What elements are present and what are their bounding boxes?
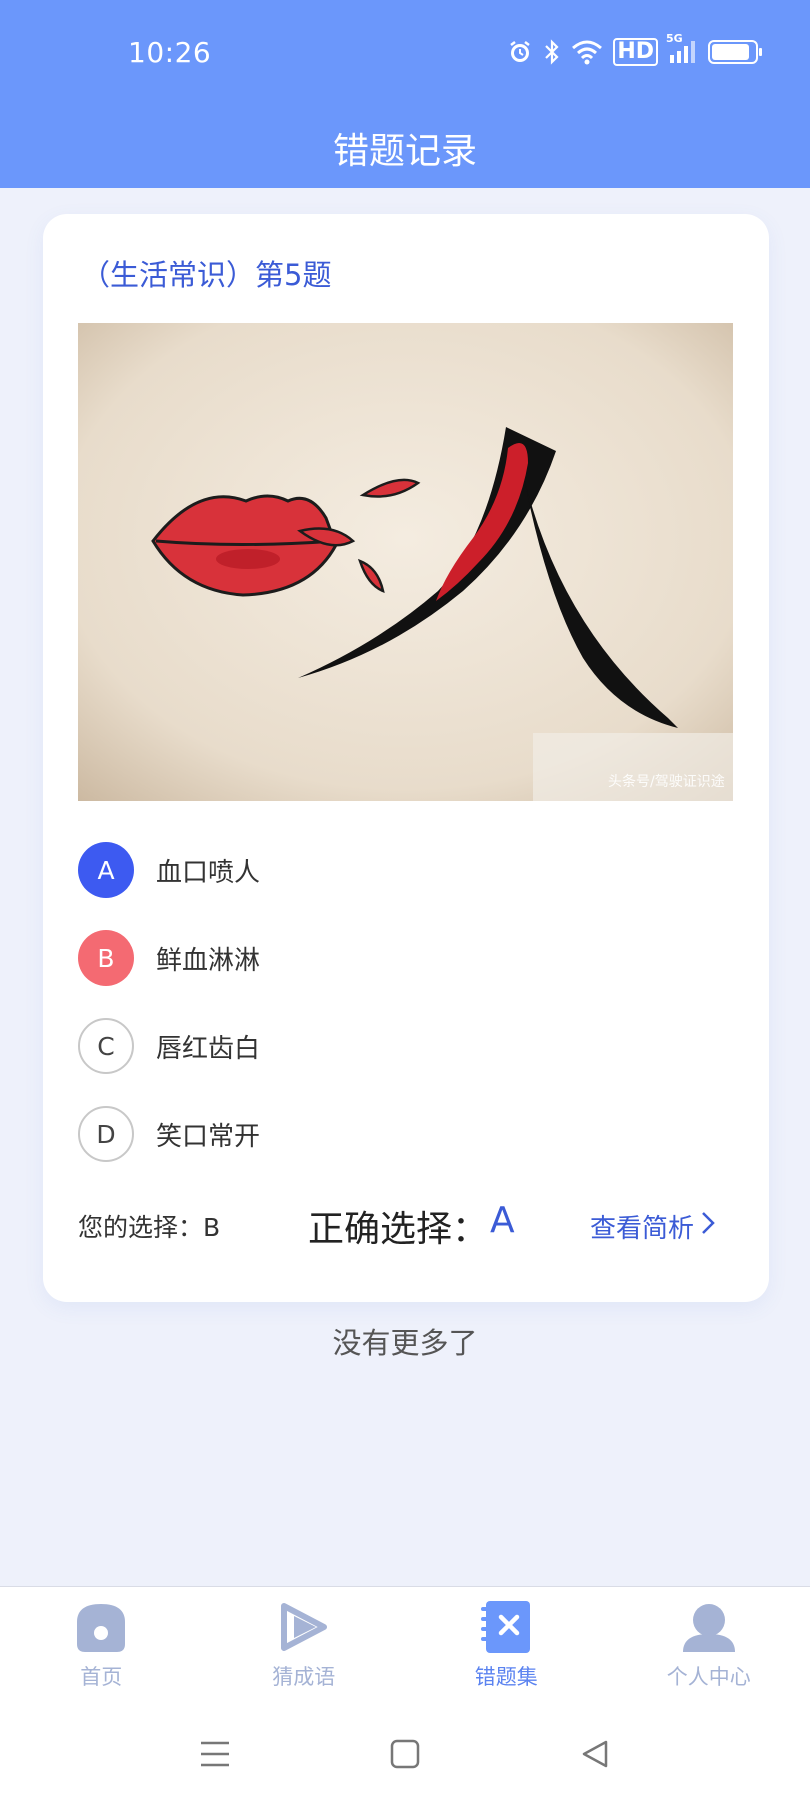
- home-square-icon[interactable]: [385, 1734, 425, 1774]
- menu-icon[interactable]: [195, 1734, 235, 1774]
- bluetooth-icon: [543, 38, 561, 66]
- correct-choice-value: A: [490, 1200, 515, 1241]
- user-icon: [679, 1599, 739, 1655]
- tab-wrong-questions-label: 错题集: [474, 1665, 538, 1689]
- wrong-book-icon: [476, 1599, 536, 1655]
- correct-choice-label: 正确选择：: [308, 1209, 489, 1250]
- system-nav-bar: [0, 1708, 810, 1800]
- option-c[interactable]: C 唇红齿白: [78, 1018, 260, 1074]
- option-d-text: 笑口常开: [156, 1121, 261, 1152]
- home-icon: [71, 1599, 131, 1655]
- battery-icon: [708, 40, 762, 64]
- tab-guess-idiom[interactable]: 猜成语: [203, 1587, 406, 1708]
- view-analysis-link[interactable]: 查看简析: [590, 1208, 718, 1245]
- tab-profile[interactable]: 个人中心: [608, 1587, 810, 1708]
- question-image: 头条号/驾驶证识途: [78, 323, 733, 801]
- question-card: （生活常识）第5题 头条号/驾驶证识途 A 血口喷人 B 鲜血淋淋 C 唇红齿白…: [43, 214, 769, 1302]
- option-d-badge: D: [78, 1106, 134, 1162]
- bottom-tab-bar: 首页 猜成语 错题集 个人中心: [0, 1586, 810, 1708]
- status-time: 10:26: [128, 36, 212, 69]
- network-label: 5G: [666, 32, 683, 45]
- page-title: 错题记录: [332, 131, 477, 172]
- option-c-badge: C: [78, 1018, 134, 1074]
- view-analysis-label: 查看简析: [590, 1214, 695, 1244]
- chevron-right-icon: [698, 1209, 718, 1244]
- wifi-icon: [571, 38, 603, 66]
- answer-row: 您的选择：B 正确选择： A 查看简析: [78, 1198, 738, 1250]
- option-b-badge: B: [78, 930, 134, 986]
- title-bar: 错题记录: [0, 108, 810, 188]
- play-icon: [274, 1599, 334, 1655]
- signal-icon: 5G: [666, 32, 698, 66]
- option-c-text: 唇红齿白: [156, 1033, 261, 1064]
- option-a-text: 血口喷人: [156, 857, 261, 888]
- tab-wrong-questions[interactable]: 错题集: [405, 1587, 608, 1708]
- back-triangle-icon[interactable]: [575, 1734, 615, 1774]
- tab-home[interactable]: 首页: [0, 1587, 203, 1708]
- alarm-icon: [507, 38, 533, 66]
- tab-home-label: 首页: [80, 1665, 123, 1689]
- image-watermark: 头条号/驾驶证识途: [608, 773, 725, 790]
- options-list: A 血口喷人 B 鲜血淋淋 C 唇红齿白 D 笑口常开: [78, 842, 260, 1194]
- option-b-text: 鲜血淋淋: [156, 945, 261, 976]
- hd-icon: HD: [613, 38, 658, 66]
- option-d[interactable]: D 笑口常开: [78, 1106, 260, 1162]
- question-title: （生活常识）第5题: [81, 258, 332, 292]
- status-bar: 10:26 HD 5G: [0, 0, 810, 108]
- option-a[interactable]: A 血口喷人: [78, 842, 260, 898]
- tab-guess-idiom-label: 猜成语: [272, 1665, 336, 1689]
- your-choice: 您的选择：B: [78, 1213, 221, 1242]
- status-icons: HD 5G: [507, 32, 762, 66]
- option-b[interactable]: B 鲜血淋淋: [78, 930, 260, 986]
- option-a-badge: A: [78, 842, 134, 898]
- no-more-text: 没有更多了: [332, 1326, 478, 1360]
- tab-profile-label: 个人中心: [666, 1665, 751, 1689]
